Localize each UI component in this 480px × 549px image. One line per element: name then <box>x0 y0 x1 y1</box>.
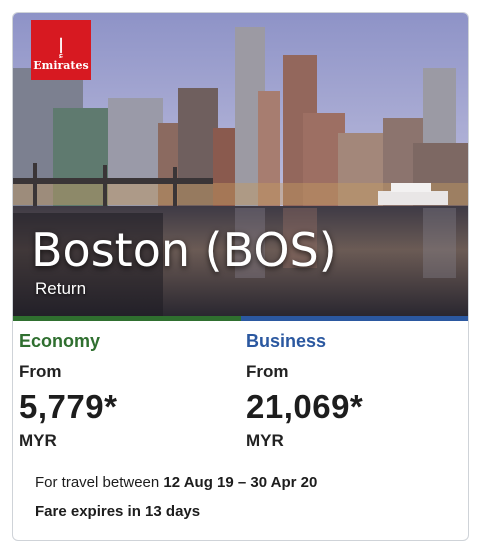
business-price: 21,069* <box>246 388 364 425</box>
business-from-label: From <box>246 362 289 381</box>
economy-accent-bar <box>13 316 241 321</box>
business-currency: MYR <box>246 431 284 450</box>
economy-class-label: Economy <box>19 331 101 351</box>
travel-period-dates: 12 Aug 19 – 30 Apr 20 <box>163 474 318 491</box>
business-class-label: Business <box>246 331 327 351</box>
business-fare[interactable]: Business From 21,069* MYR <box>246 331 363 451</box>
fare-card[interactable]: إ Emirates Boston (BOS) Return Economy F… <box>12 12 469 541</box>
logo-text: Emirates <box>33 59 89 72</box>
business-accent-bar <box>241 316 468 321</box>
travel-period: For travel between 12 Aug 19 – 30 Apr 20 <box>35 474 317 491</box>
hero-image: إ Emirates Boston (BOS) Return <box>13 13 468 316</box>
emirates-calligraphy-icon: إ <box>58 34 64 58</box>
destination-city: Boston (BOS) <box>31 223 337 277</box>
economy-price: 5,779* <box>19 388 118 425</box>
economy-currency: MYR <box>19 431 57 450</box>
economy-fare[interactable]: Economy From 5,779* MYR <box>19 331 117 451</box>
trip-type: Return <box>35 279 87 298</box>
economy-from-label: From <box>19 362 62 381</box>
emirates-logo: إ Emirates <box>31 20 91 80</box>
fare-expiry: Fare expires in 13 days <box>35 503 201 520</box>
travel-period-prefix: For travel between <box>35 474 160 491</box>
